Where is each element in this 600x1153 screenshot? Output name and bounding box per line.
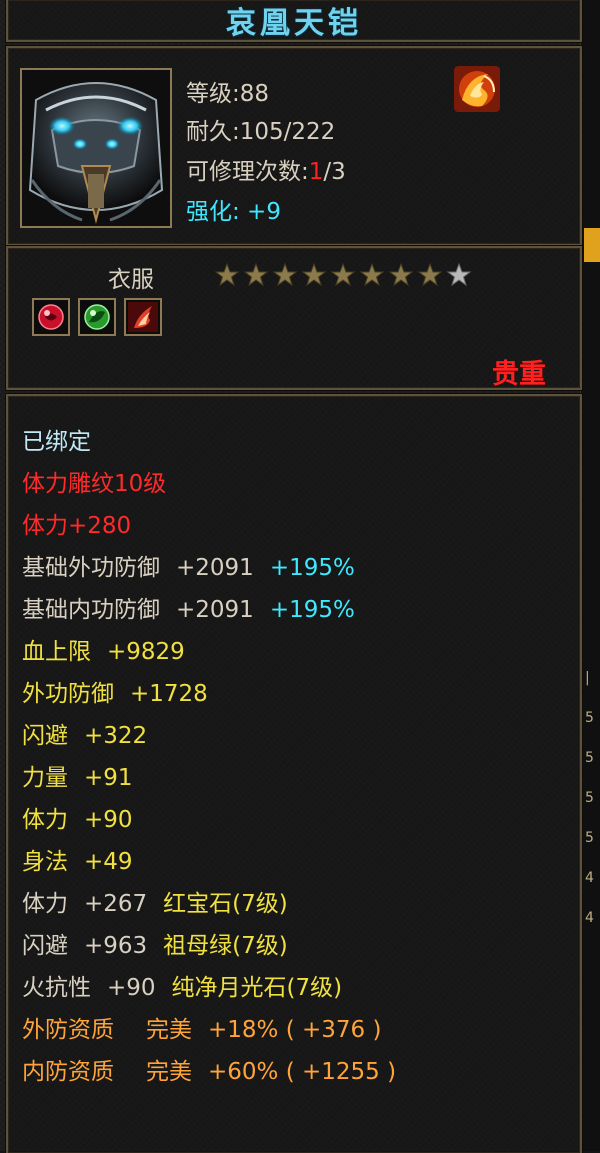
- quality1-value: +18% ( +376 ): [208, 1017, 382, 1043]
- item-name: 哀凰天铠: [226, 6, 362, 41]
- stamina-line: 体力 +90: [22, 800, 133, 834]
- item-header: 等级:88 耐久:105/222 可修理次数:1/3 强化: +9: [6, 46, 582, 246]
- hp-label: 血上限: [22, 639, 91, 665]
- level-label: 等级: [186, 81, 232, 107]
- gem3-name: 纯净月光石(7级): [171, 975, 343, 1001]
- star-filled-icon: [330, 262, 356, 287]
- tooltip-title-bar: 哀凰天铠: [6, 0, 582, 42]
- repair-line: 可修理次数:1/3: [186, 152, 346, 186]
- green-gem-icon: [78, 298, 116, 336]
- outer-def-label: 外功防御: [22, 681, 114, 707]
- quality1-line: 外防资质 完美 +18% ( +376 ): [22, 1010, 381, 1044]
- base-inner-def-label: 基础内功防御: [22, 597, 160, 623]
- gem2-line: 闪避 +963 祖母绿(7级): [22, 926, 288, 960]
- bound-status: 已绑定: [22, 429, 91, 455]
- base-outer-def-value: +2091: [176, 555, 254, 581]
- attributes-panel: 已绑定 体力雕纹10级 体力+280 基础外功防御 +2091 +195% 基础内功…: [6, 394, 582, 1153]
- quality2-label: 内防资质: [22, 1059, 114, 1085]
- base-inner-def-pct: +195%: [269, 597, 355, 623]
- edge-mark: 5: [585, 750, 594, 766]
- star-filled-icon: [301, 262, 327, 287]
- gem3-attr: 火抗性: [22, 975, 91, 1001]
- star-filled-icon: [243, 262, 269, 287]
- enhance-line: 强化: +9: [186, 192, 281, 226]
- edge-mark: 4: [585, 910, 594, 926]
- durability-line: 耐久:105/222: [186, 112, 335, 146]
- agility-value: +49: [84, 849, 133, 875]
- base-outer-def-label: 基础外功防御: [22, 555, 160, 581]
- fire-skill-icon: [454, 66, 500, 112]
- edge-mark: 5: [585, 830, 594, 846]
- gem2-name: 祖母绿(7级): [163, 933, 288, 959]
- base-outer-def-line: 基础外功防御 +2091 +195%: [22, 548, 355, 582]
- stamina-value: +90: [84, 807, 133, 833]
- repair-label: 可修理次数: [186, 159, 301, 185]
- gem3-line: 火抗性 +90 纯净月光石(7级): [22, 968, 342, 1002]
- repair-sep: :: [301, 159, 309, 185]
- gem2-attr: 闪避: [22, 933, 68, 959]
- base-inner-def-value: +2091: [176, 597, 254, 623]
- outer-def-line: 外功防御 +1728: [22, 674, 208, 708]
- edge-tab: [584, 228, 600, 262]
- agility-label: 身法: [22, 849, 68, 875]
- item-type: 衣服: [108, 267, 154, 293]
- base-outer-def-pct: +195%: [269, 555, 355, 581]
- star-filled-icon: [388, 262, 414, 287]
- power-label: 力量: [22, 765, 68, 791]
- durability-value: :105/222: [232, 119, 336, 145]
- outer-def-value: +1728: [130, 681, 208, 707]
- dodge-line: 闪避 +322: [22, 716, 147, 750]
- dodge-label: 闪避: [22, 723, 68, 749]
- star-filled-icon: [272, 262, 298, 287]
- enhance-value: : +9: [232, 199, 281, 225]
- hp-value: +9829: [107, 639, 185, 665]
- stamina-label: 体力: [22, 807, 68, 833]
- engrave-line: 体力雕纹10级: [22, 471, 167, 497]
- armor-icon: [20, 68, 172, 228]
- gem1-attr: 体力: [22, 891, 68, 917]
- red-gem-icon: [32, 298, 70, 336]
- gem1-value: +267: [84, 891, 148, 917]
- quality2-line: 内防资质 完美 +60% ( +1255 ): [22, 1052, 396, 1086]
- level-value: :88: [232, 81, 270, 107]
- agility-line: 身法 +49: [22, 842, 133, 876]
- edge-mark: |: [585, 670, 590, 686]
- star-filled-icon: [417, 262, 443, 287]
- level-line: 等级:88: [186, 74, 269, 108]
- quality2-grade: 完美: [146, 1059, 192, 1085]
- power-line: 力量 +91: [22, 758, 133, 792]
- hp-line: 血上限 +9829: [22, 632, 185, 666]
- edge-mark: 5: [585, 710, 594, 726]
- quality1-grade: 完美: [146, 1017, 192, 1043]
- flame-gem-icon: [124, 298, 162, 336]
- enhance-label: 强化: [186, 199, 232, 225]
- star-filled-icon: [214, 262, 240, 287]
- edge-mark: 5: [585, 790, 594, 806]
- dodge-value: +322: [84, 723, 148, 749]
- gem-slots: [32, 298, 162, 336]
- durability-label: 耐久: [186, 119, 232, 145]
- star-rating: [214, 262, 472, 288]
- star-empty-icon: [446, 262, 472, 287]
- edge-mark: 4: [585, 870, 594, 886]
- power-value: +91: [84, 765, 133, 791]
- right-edge-strip: | 5 5 5 5 4 4: [580, 0, 600, 1151]
- item-type-panel: 衣服 贵重: [6, 246, 582, 390]
- quality1-label: 外防资质: [22, 1017, 114, 1043]
- gem2-value: +963: [84, 933, 148, 959]
- gem1-name: 红宝石(7级): [163, 891, 288, 917]
- star-filled-icon: [359, 262, 385, 287]
- gem1-line: 体力 +267 红宝石(7级): [22, 884, 288, 918]
- engrave-bonus-line: 体力+280: [22, 513, 132, 539]
- quality2-value: +60% ( +1255 ): [208, 1059, 397, 1085]
- repair-used: 1: [308, 159, 324, 185]
- repair-total: /3: [323, 159, 346, 185]
- base-inner-def-line: 基础内功防御 +2091 +195%: [22, 590, 355, 624]
- gem3-value: +90: [107, 975, 156, 1001]
- rarity-label: 贵重: [492, 359, 546, 390]
